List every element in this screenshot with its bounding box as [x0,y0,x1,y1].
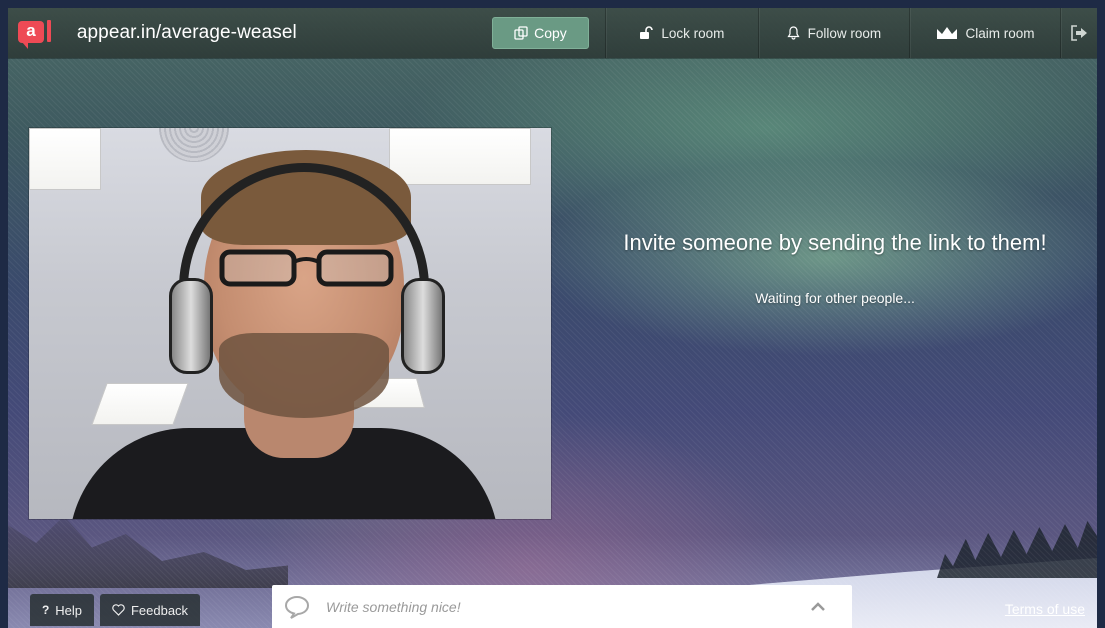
logo-camera-bar [47,20,51,42]
claim-room-button[interactable]: Claim room [908,8,1060,58]
treeline-right [937,521,1097,578]
feedback-label: Feedback [130,602,189,618]
chat-input[interactable] [324,597,788,616]
waiting-message: Waiting for other people... [755,290,915,306]
chevron-up-icon[interactable] [810,601,826,612]
speech-bubble-icon [284,595,310,619]
ceiling-light [389,128,531,185]
copy-icon [514,26,528,40]
headset-earcup-right [401,278,445,374]
ceiling-light [29,128,101,190]
headset-earcup-left [169,278,213,374]
heart-icon [112,604,125,616]
glasses [219,249,394,287]
ceiling-light [91,383,189,425]
top-bar: a appear.in/average-weasel Copy Lock roo… [8,8,1097,58]
copy-button[interactable]: Copy [492,17,589,49]
terms-of-use-link[interactable]: Terms of use [1005,601,1085,617]
person-beard [219,333,389,418]
logo-letter: a [26,21,36,40]
bell-icon [787,26,800,40]
ceiling-vent [159,128,229,162]
help-button[interactable]: ? Help [30,594,94,626]
chat-bar [272,585,852,628]
lock-room-button[interactable]: Lock room [604,8,758,58]
crown-icon [936,26,958,40]
self-video [29,128,551,519]
unlock-icon [639,26,654,40]
claim-room-label: Claim room [965,25,1035,41]
appear-in-logo[interactable]: a [16,17,53,49]
invite-message: Invite someone by sending the link to th… [623,230,1047,255]
leave-room-icon [1070,25,1088,41]
help-icon: ? [41,603,50,617]
follow-room-button[interactable]: Follow room [757,8,909,58]
copy-label: Copy [534,25,567,41]
feedback-button[interactable]: Feedback [100,594,200,626]
leave-room-button[interactable] [1060,8,1097,58]
lock-room-label: Lock room [661,25,725,41]
help-label: Help [55,602,83,618]
room-url[interactable]: appear.in/average-weasel [77,22,390,44]
follow-room-label: Follow room [807,25,882,41]
